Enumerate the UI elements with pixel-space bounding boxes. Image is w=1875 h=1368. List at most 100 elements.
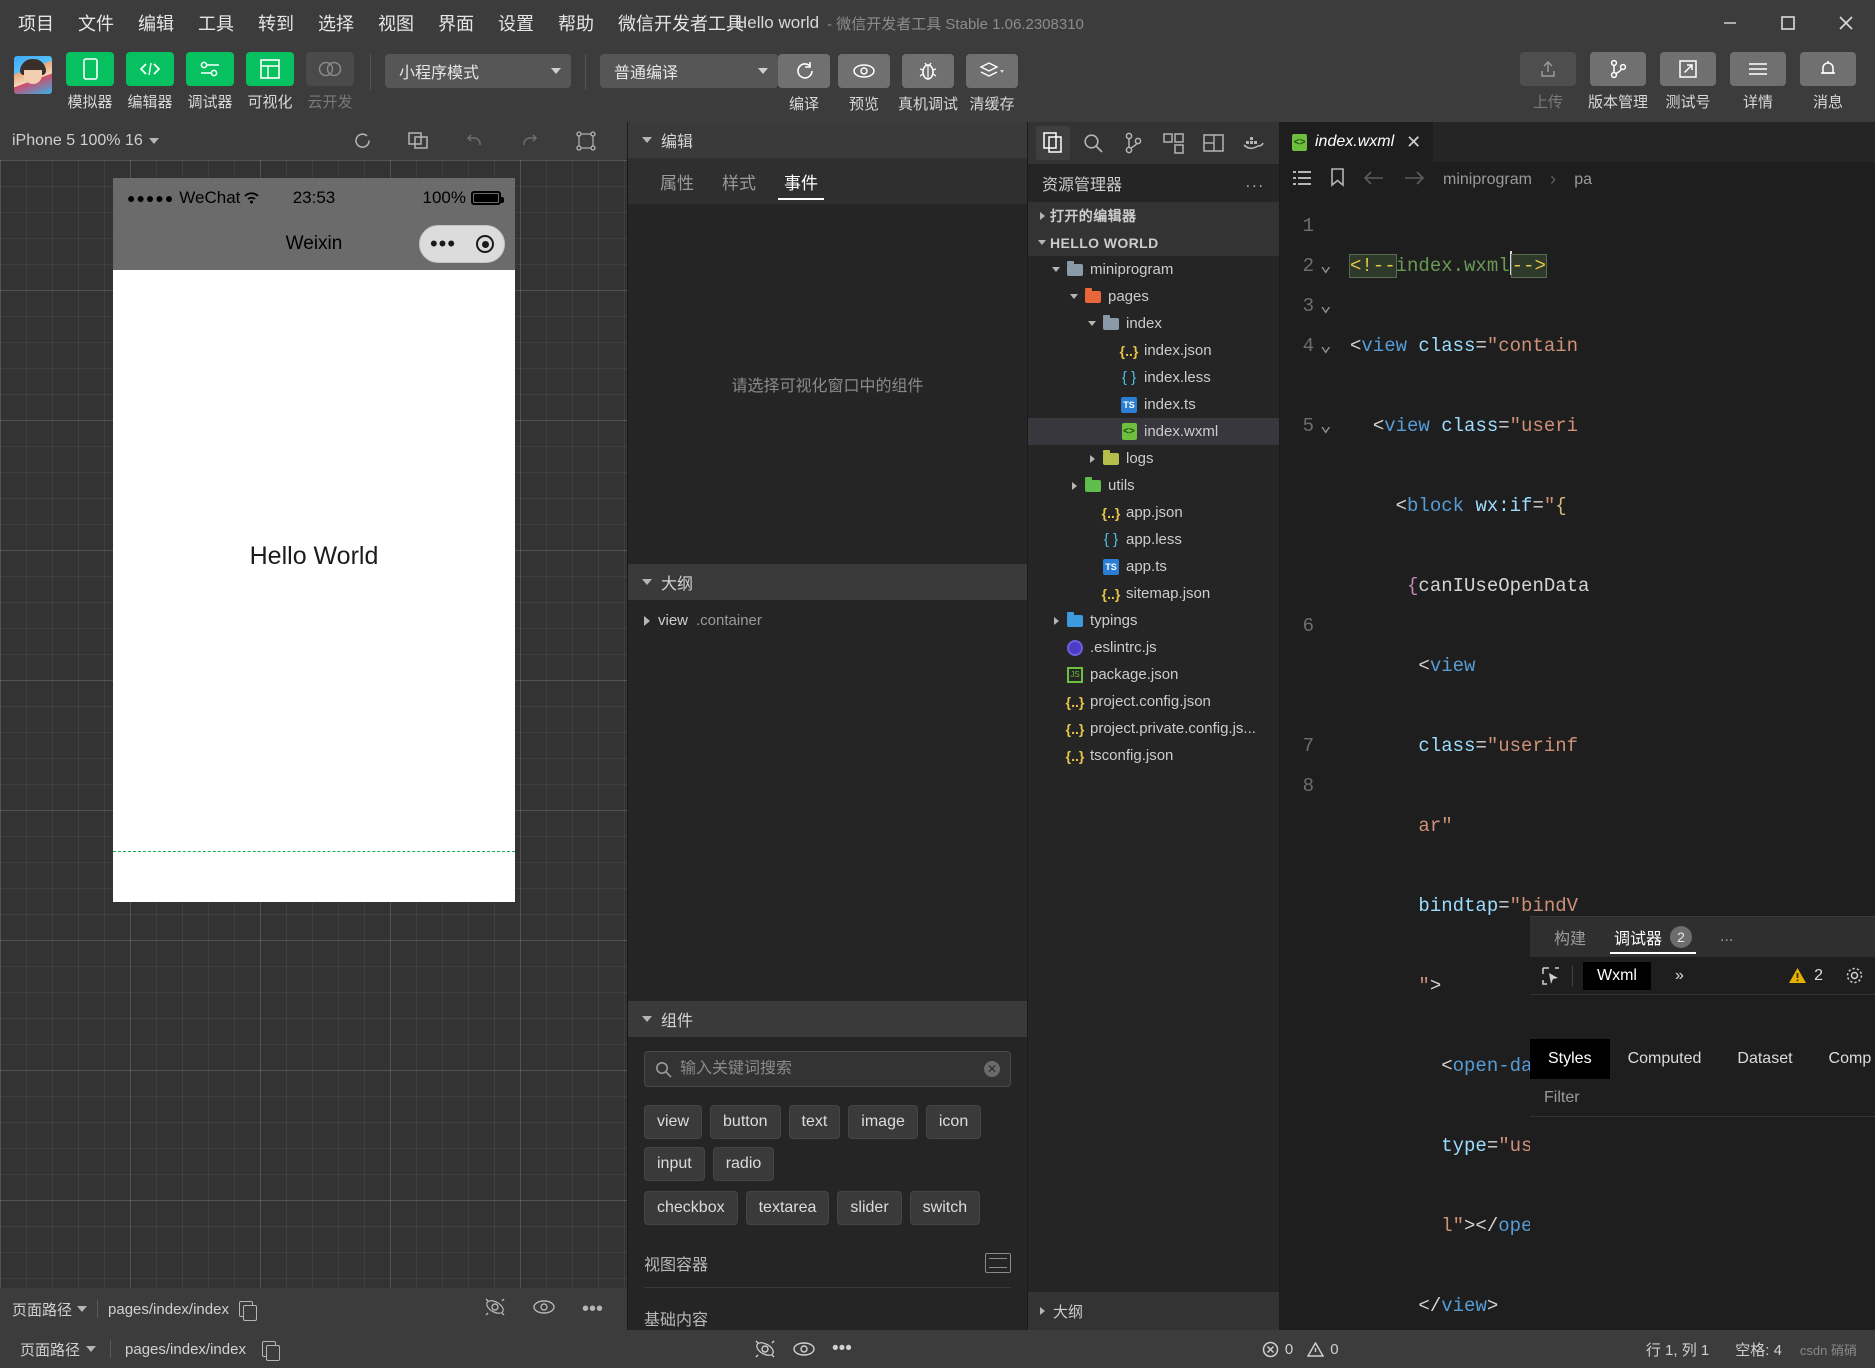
devtools-wxml-tree[interactable] [1530,995,1875,1039]
search-input[interactable] [680,1060,976,1078]
menu-item-edit[interactable]: 编辑 [136,8,176,38]
panel-tab-computed[interactable]: Computed [1610,1039,1720,1079]
devtools-tab-overflow[interactable]: » [1661,962,1698,990]
preview-button[interactable]: 预览 [838,54,890,114]
tree-item-sitemap-json[interactable]: {..} sitemap.json [1028,580,1279,607]
edit-section-header[interactable]: 编辑 [628,122,1027,158]
section-open-editors[interactable]: 打开的编辑器 [1028,202,1279,229]
chip-switch[interactable]: switch [909,1191,981,1225]
chip-icon[interactable]: icon [925,1105,982,1139]
editor-toggle[interactable]: 编辑器 [124,52,176,112]
arrow-right-icon[interactable] [1403,170,1425,191]
phone-screen[interactable]: Hello World [113,270,515,902]
tab-build[interactable]: 构建 [1540,917,1600,957]
page-path-selector[interactable]: 页面路径 [12,1299,88,1320]
tree-item-index-wxml[interactable]: <> index.wxml [1028,418,1279,445]
cloud-toggle[interactable]: 云开发 [304,52,356,112]
select-frame-icon[interactable] [575,130,597,152]
breadcrumb-item-pages[interactable]: pa [1574,171,1592,189]
status-sensor-button[interactable] [746,1339,784,1359]
status-eye-button[interactable] [784,1341,824,1357]
menu-item-project[interactable]: 项目 [16,8,56,38]
menu-item-view[interactable]: 视图 [376,8,416,38]
tab-styles[interactable]: 样式 [708,158,770,204]
panel-tab-styles[interactable]: Styles [1530,1039,1610,1079]
copy-icon[interactable] [238,1301,257,1321]
fold-gutter[interactable]: ⌄ ⌄ ⌄ ⌄ [1320,198,1346,1330]
status-problems[interactable]: 0 0 [1254,1341,1347,1358]
tab-more[interactable]: ... [1706,917,1747,957]
component-search[interactable]: ✕ [644,1051,1011,1087]
outline-section-header[interactable]: 大纲 [628,564,1027,600]
tree-item-index-less[interactable]: { } index.less [1028,364,1279,391]
test-account-button[interactable]: 测试号 [1657,52,1719,112]
tree-item-miniprogram[interactable]: miniprogram [1028,256,1279,283]
menu-item-file[interactable]: 文件 [76,8,116,38]
chip-button[interactable]: button [710,1105,781,1139]
messages-button[interactable]: 消息 [1797,52,1859,112]
bookmark-icon[interactable] [1330,168,1345,192]
tree-item-index-ts[interactable]: TS index.ts [1028,391,1279,418]
files-icon[interactable] [1036,126,1070,160]
status-copy-path-button[interactable] [254,1341,284,1361]
search-icon[interactable] [1076,126,1110,160]
menu-item-tools[interactable]: 工具 [196,8,236,38]
chip-textarea[interactable]: textarea [745,1191,830,1225]
panel-tab-comp[interactable]: Comp [1811,1039,1875,1079]
group-view-container[interactable]: 视图容器 [644,1251,1011,1288]
inspect-element-icon[interactable] [1540,965,1562,987]
devtools-tab-wxml[interactable]: Wxml [1583,961,1651,990]
section-hello-world[interactable]: HELLO WORLD [1028,229,1279,256]
status-indentation[interactable]: 空格: 4 [1727,1339,1790,1360]
breadcrumb-item-miniprogram[interactable]: miniprogram [1443,171,1532,189]
minimize-button[interactable] [1701,0,1759,46]
tree-item-eslintrc[interactable]: .eslintrc.js [1028,634,1279,661]
compile-button[interactable]: 编译 [778,54,830,114]
eye-icon[interactable] [532,1299,556,1320]
more-icon[interactable]: ••• [582,1299,603,1319]
tree-item-tsconfig-json[interactable]: {..} tsconfig.json [1028,742,1279,769]
tab-events[interactable]: 事件 [770,158,832,204]
chip-view[interactable]: view [644,1105,703,1139]
user-avatar[interactable] [14,56,52,94]
tree-item-app-json[interactable]: {..} app.json [1028,499,1279,526]
chip-radio[interactable]: radio [712,1147,775,1181]
status-more-button[interactable]: ••• [824,1339,860,1358]
explorer-outline-section[interactable]: 大纲 [1028,1292,1279,1330]
menu-item-settings[interactable]: 设置 [496,8,536,38]
styles-filter-row[interactable]: Filter [1530,1079,1875,1117]
extensions-icon[interactable] [1156,126,1190,160]
panel-tab-dataset[interactable]: Dataset [1719,1039,1810,1079]
layout-icon[interactable] [1196,126,1230,160]
redo-icon[interactable] [519,130,541,152]
debugger-toggle[interactable]: 调试器 [184,52,236,112]
tree-item-pages[interactable]: pages [1028,283,1279,310]
devtools-warning-indicator[interactable]: 2 [1788,967,1833,985]
outline-item-view[interactable]: view .container [644,612,1011,629]
status-page-path-selector[interactable]: 页面路径 [12,1339,104,1360]
refresh-icon[interactable] [351,130,373,152]
gear-icon[interactable] [1843,965,1865,987]
list-icon[interactable] [1292,170,1312,191]
clear-cache-button[interactable]: 清缓存 [966,54,1019,114]
copy-window-icon[interactable] [407,130,429,152]
clear-icon[interactable]: ✕ [984,1061,1000,1077]
chip-text[interactable]: text [788,1105,841,1139]
close-button[interactable] [1817,0,1875,46]
components-section-header[interactable]: 组件 [628,1001,1027,1037]
close-icon[interactable]: ✕ [1406,132,1421,153]
editor-tab-index-wxml[interactable]: <> index.wxml ✕ [1280,122,1434,162]
menu-item-help[interactable]: 帮助 [556,8,596,38]
compile-select[interactable]: 普通编译 [600,54,778,88]
menu-item-ui[interactable]: 界面 [436,8,476,38]
tree-item-project-config[interactable]: {..} project.config.json [1028,688,1279,715]
chip-checkbox[interactable]: checkbox [644,1191,738,1225]
visual-toggle[interactable]: 可视化 [244,52,296,112]
mode-select[interactable]: 小程序模式 [385,54,571,88]
real-device-debug-button[interactable]: 真机调试 [898,54,958,114]
more-icon[interactable]: ... [1246,174,1265,192]
tab-debugger[interactable]: 调试器 2 [1600,917,1706,957]
undo-icon[interactable] [463,130,485,152]
arrow-left-icon[interactable] [1363,170,1385,191]
details-button[interactable]: 详情 [1727,52,1789,112]
